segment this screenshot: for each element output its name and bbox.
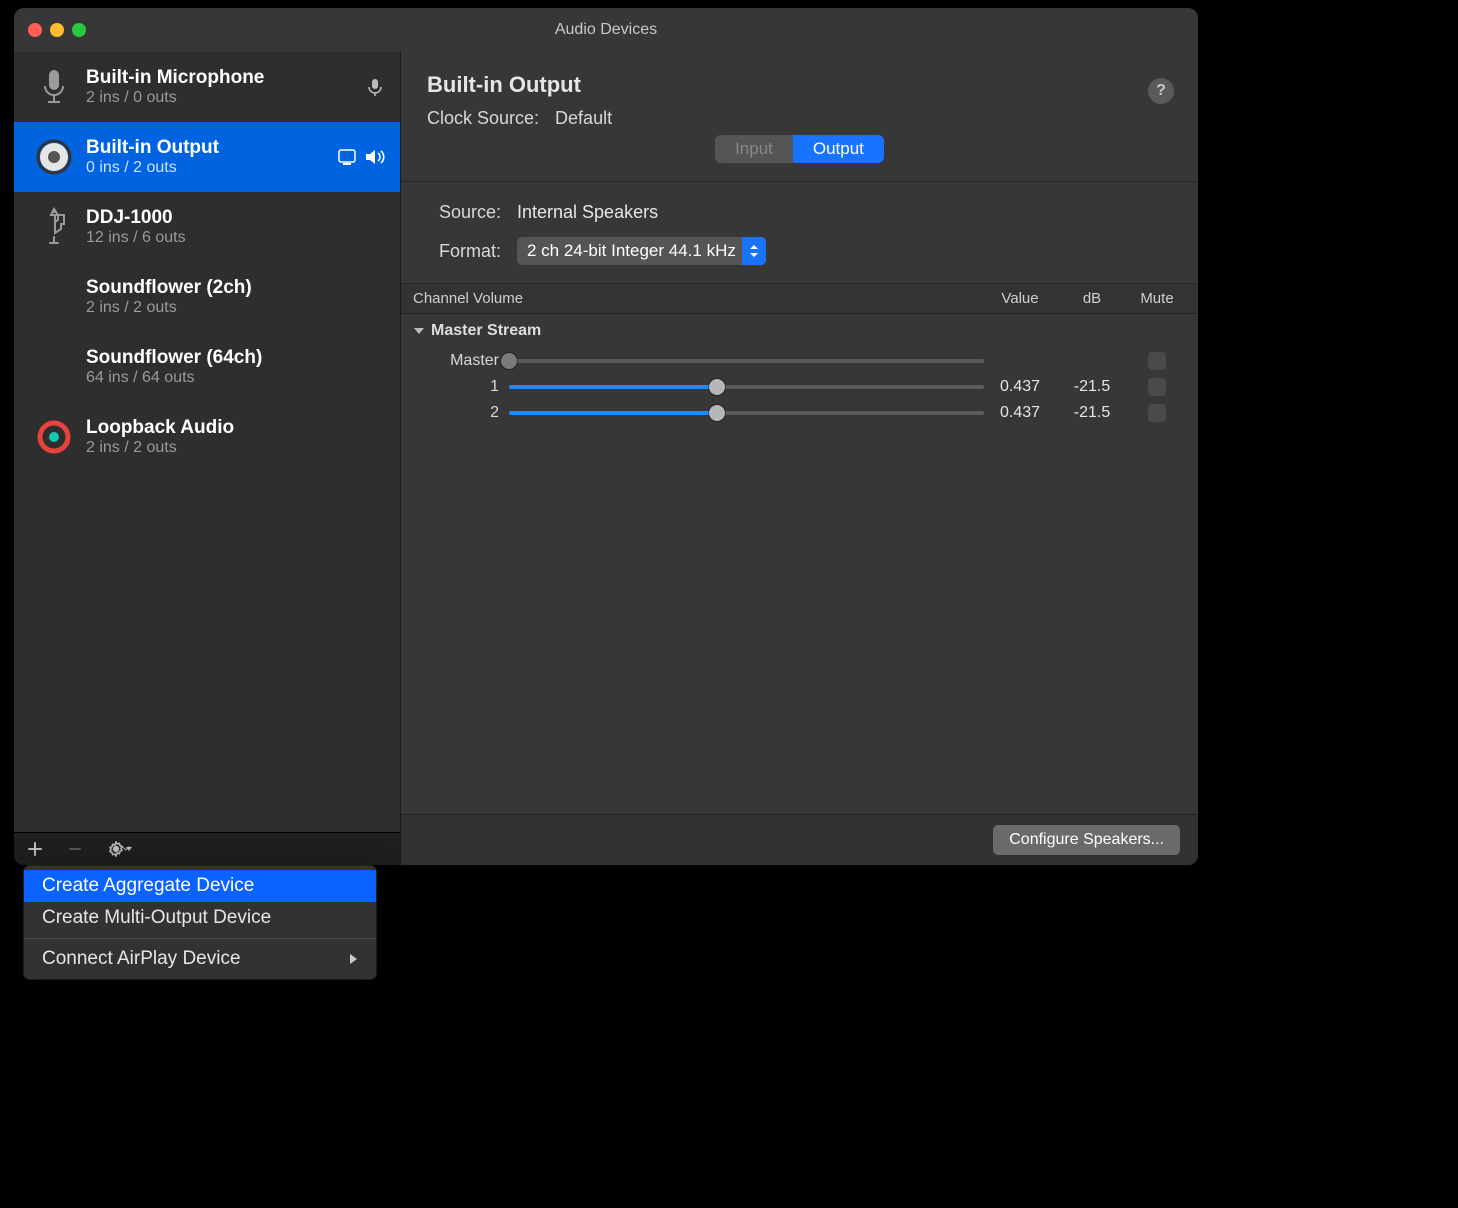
device-icon <box>34 347 74 387</box>
gear-menu-button[interactable] <box>108 841 136 857</box>
io-tabs: Input Output <box>715 135 884 163</box>
clock-source-label: Clock Source: <box>427 108 539 129</box>
add-device-button[interactable] <box>28 842 42 856</box>
mute-checkbox[interactable] <box>1148 378 1166 396</box>
menu-separator <box>24 938 376 939</box>
device-io: 2 ins / 2 outs <box>86 439 374 457</box>
device-name: Soundflower (2ch) <box>86 277 374 299</box>
format-label: Format: <box>427 241 501 262</box>
device-item[interactable]: Built-in Microphone2 ins / 0 outs <box>14 52 400 122</box>
remove-device-button[interactable] <box>68 842 82 856</box>
device-item[interactable]: Soundflower (64ch)64 ins / 64 outs <box>14 332 400 402</box>
menu-item-label: Create Aggregate Device <box>42 875 254 897</box>
device-sidebar: Built-in Microphone2 ins / 0 outsBuilt-i… <box>14 52 401 865</box>
device-name: Built-in Output <box>86 137 326 159</box>
configure-speakers-button[interactable]: Configure Speakers... <box>993 825 1180 855</box>
col-db: dB <box>1056 290 1128 307</box>
device-title: Built-in Output <box>427 72 1172 98</box>
device-io: 0 ins / 2 outs <box>86 159 326 177</box>
add-device-menu: Create Aggregate Device Create Multi-Outp… <box>24 866 376 979</box>
format-value: 2 ch 24-bit Integer 44.1 kHz <box>527 241 736 261</box>
col-value: Value <box>984 290 1056 307</box>
channel-name: Master <box>413 352 509 370</box>
mic-badge-icon <box>364 78 386 96</box>
device-icon <box>34 137 74 177</box>
device-name: Soundflower (64ch) <box>86 347 374 369</box>
submenu-arrow-icon <box>348 953 358 965</box>
source-label: Source: <box>427 202 501 223</box>
mute-checkbox[interactable] <box>1148 352 1166 370</box>
clock-source-value: Default <box>555 108 612 129</box>
stream-disclosure[interactable]: Master Stream <box>401 314 1198 348</box>
device-icon <box>34 207 74 247</box>
maximize-button[interactable] <box>72 23 86 37</box>
titlebar: Audio Devices <box>14 8 1198 52</box>
volume-slider[interactable] <box>509 404 984 422</box>
device-io: 12 ins / 6 outs <box>86 229 374 247</box>
speaker-badge-icon <box>364 148 386 166</box>
device-io: 2 ins / 0 outs <box>86 89 352 107</box>
tab-output[interactable]: Output <box>793 135 884 163</box>
window-title: Audio Devices <box>14 21 1198 39</box>
device-item[interactable]: Built-in Output0 ins / 2 outs <box>14 122 400 192</box>
stepper-arrows-icon <box>742 237 766 265</box>
menu-item[interactable]: Create Multi-Output Device <box>24 902 376 934</box>
volume-slider[interactable] <box>509 378 984 396</box>
col-mute: Mute <box>1128 290 1186 307</box>
system-output-badge-icon <box>338 148 360 166</box>
device-icon <box>34 67 74 107</box>
device-item[interactable]: Soundflower (2ch)2 ins / 2 outs <box>14 262 400 332</box>
tab-input[interactable]: Input <box>715 135 793 163</box>
device-name: Built-in Microphone <box>86 67 352 89</box>
volume-value: 0.437 <box>984 404 1056 422</box>
format-select[interactable]: 2 ch 24-bit Integer 44.1 kHz <box>517 237 766 265</box>
menu-connect-airplay[interactable]: Connect AirPlay Device <box>24 943 376 975</box>
volume-slider <box>509 352 984 370</box>
volume-db: -21.5 <box>1056 378 1128 396</box>
menu-item-label: Create Multi-Output Device <box>42 907 271 929</box>
volume-row: 1 0.437-21.5 <box>401 374 1198 400</box>
volume-value: 0.437 <box>984 378 1056 396</box>
stream-title: Master Stream <box>431 322 541 340</box>
mute-checkbox[interactable] <box>1148 404 1166 422</box>
menu-item[interactable]: Create Aggregate Device <box>24 870 376 902</box>
volume-table-header: Channel Volume Value dB Mute <box>401 283 1198 314</box>
device-list: Built-in Microphone2 ins / 0 outsBuilt-i… <box>14 52 400 832</box>
device-io: 64 ins / 64 outs <box>86 369 374 387</box>
device-name: Loopback Audio <box>86 417 374 439</box>
device-detail-panel: Built-in Output Clock Source: Default ? … <box>401 52 1198 865</box>
device-icon <box>34 277 74 317</box>
audio-devices-window: Audio Devices Built-in Microphone2 ins /… <box>14 8 1198 865</box>
close-button[interactable] <box>28 23 42 37</box>
sidebar-toolbar <box>14 832 400 865</box>
channel-name: 1 <box>413 378 509 396</box>
traffic-lights <box>14 23 86 37</box>
device-item[interactable]: DDJ-100012 ins / 6 outs <box>14 192 400 262</box>
menu-item-label: Connect AirPlay Device <box>42 948 241 970</box>
source-value: Internal Speakers <box>517 202 658 223</box>
help-button[interactable]: ? <box>1148 78 1174 104</box>
device-icon <box>34 417 74 457</box>
device-io: 2 ins / 2 outs <box>86 299 374 317</box>
device-item[interactable]: Loopback Audio2 ins / 2 outs <box>14 402 400 472</box>
channel-name: 2 <box>413 404 509 422</box>
col-channel: Channel Volume <box>413 290 984 307</box>
minimize-button[interactable] <box>50 23 64 37</box>
volume-db: -21.5 <box>1056 404 1128 422</box>
volume-row: 2 0.437-21.5 <box>401 400 1198 426</box>
volume-row: Master <box>401 348 1198 374</box>
chevron-down-icon <box>413 325 425 337</box>
device-name: DDJ-1000 <box>86 207 374 229</box>
